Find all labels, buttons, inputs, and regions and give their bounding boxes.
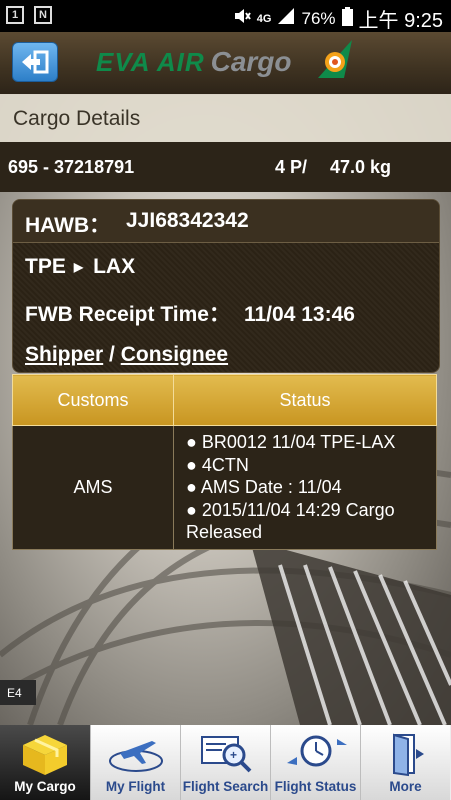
nav-my-flight[interactable]: My Flight	[90, 725, 180, 800]
mute-icon	[233, 7, 251, 30]
customs-column-header: Customs	[12, 374, 174, 426]
hawb-value: JJI68342342	[126, 209, 249, 232]
origin-airport: TPE	[25, 255, 66, 278]
hawb-label: HAWB：	[25, 214, 111, 237]
signal-icon	[277, 7, 295, 30]
route: TPE ▶ LAX	[25, 255, 135, 279]
nav-flight-status[interactable]: Flight Status	[270, 725, 360, 800]
back-button[interactable]	[12, 42, 58, 82]
back-arrow-icon	[22, 50, 49, 74]
bottom-nav: My Cargo My Flight + Flight Search Fligh…	[0, 725, 451, 800]
party-links: Shipper / Consignee	[25, 343, 228, 367]
status-line: ● 4CTN	[186, 454, 249, 475]
nav-label: More	[389, 779, 422, 794]
page-title: Cargo Details	[13, 107, 141, 130]
eva-air-cargo-logo: EVA AIR Cargo	[96, 40, 352, 78]
airplane-icon	[108, 741, 163, 772]
destination-airport: LAX	[93, 255, 136, 278]
battery-icon	[341, 6, 353, 31]
app-header: EVA AIR Cargo	[0, 32, 451, 94]
nav-more[interactable]: More	[360, 725, 450, 800]
status-bar: 1 N 4G 76% 上午 9:25	[0, 0, 451, 32]
search-magnifier-icon: +	[200, 736, 251, 773]
status-line: ● 2015/11/04 14:29 Cargo Released	[186, 499, 395, 543]
status-column-header: Status	[173, 374, 437, 426]
battery-percent: 76%	[301, 8, 336, 28]
logo-secondary: Cargo	[210, 46, 292, 77]
hawb-row: HAWB： JJI68342342	[13, 200, 439, 243]
status-line: ● BR0012 11/04 TPE-LAX	[186, 432, 396, 452]
awb-pieces: 4 P/	[275, 157, 308, 177]
link-separator: /	[103, 343, 121, 366]
nav-label: My Cargo	[14, 779, 76, 794]
table-row: AMS ● BR0012 11/04 TPE-LAX ● 4CTN ● AMS …	[12, 425, 437, 550]
nav-label: My Flight	[105, 779, 166, 794]
network-label: 4G	[256, 12, 272, 25]
cargo-detail-card: HAWB： JJI68342342 TPE ▶ LAX FWB Receipt …	[12, 199, 440, 373]
route-arrow-icon: ▶	[73, 260, 84, 274]
fwb-label: FWB Receipt Time：	[25, 303, 230, 326]
nav-flight-search[interactable]: + Flight Search	[180, 725, 270, 800]
door-icon	[392, 733, 424, 777]
fwb-receipt: FWB Receipt Time： 11/04 13:46	[25, 298, 355, 328]
customs-cell: AMS	[12, 425, 174, 550]
status-cell: ● BR0012 11/04 TPE-LAX ● 4CTN ● AMS Date…	[173, 425, 437, 550]
customs-status-table: Customs Status AMS ● BR0012 11/04 TPE-LA…	[12, 374, 437, 550]
status-left-icons: 1 N	[6, 6, 52, 24]
eva-emblem-icon	[318, 40, 352, 78]
awb-summary-bar: 695 - 37218791 4 P/ 47.0 kg	[0, 142, 451, 192]
svg-text:E4: E4	[7, 686, 22, 700]
cargo-box-icon	[23, 735, 67, 775]
consignee-link[interactable]: Consignee	[121, 343, 228, 366]
shipper-link[interactable]: Shipper	[25, 343, 103, 366]
awb-weight: 47.0 kg	[330, 157, 392, 177]
page-title-bar: Cargo Details	[0, 94, 451, 143]
nfc-icon: N	[34, 6, 52, 24]
notification-icon: 1	[6, 6, 24, 24]
nav-label: Flight Search	[182, 779, 269, 794]
table-header-row: Customs Status	[12, 374, 437, 426]
nav-label: Flight Status	[274, 779, 357, 794]
clock-airplane-icon	[286, 735, 347, 767]
status-line: ● AMS Date : 11/04	[186, 477, 342, 497]
status-right: 4G 76% 上午 9:25	[233, 4, 443, 33]
logo-primary: EVA AIR	[96, 46, 205, 77]
nav-my-cargo[interactable]: My Cargo	[0, 725, 90, 800]
fwb-time: 11/04 13:46	[243, 303, 355, 326]
svg-text:+: +	[230, 748, 237, 762]
awb-number: 695 - 37218791	[8, 157, 135, 177]
clock: 上午 9:25	[358, 10, 443, 32]
